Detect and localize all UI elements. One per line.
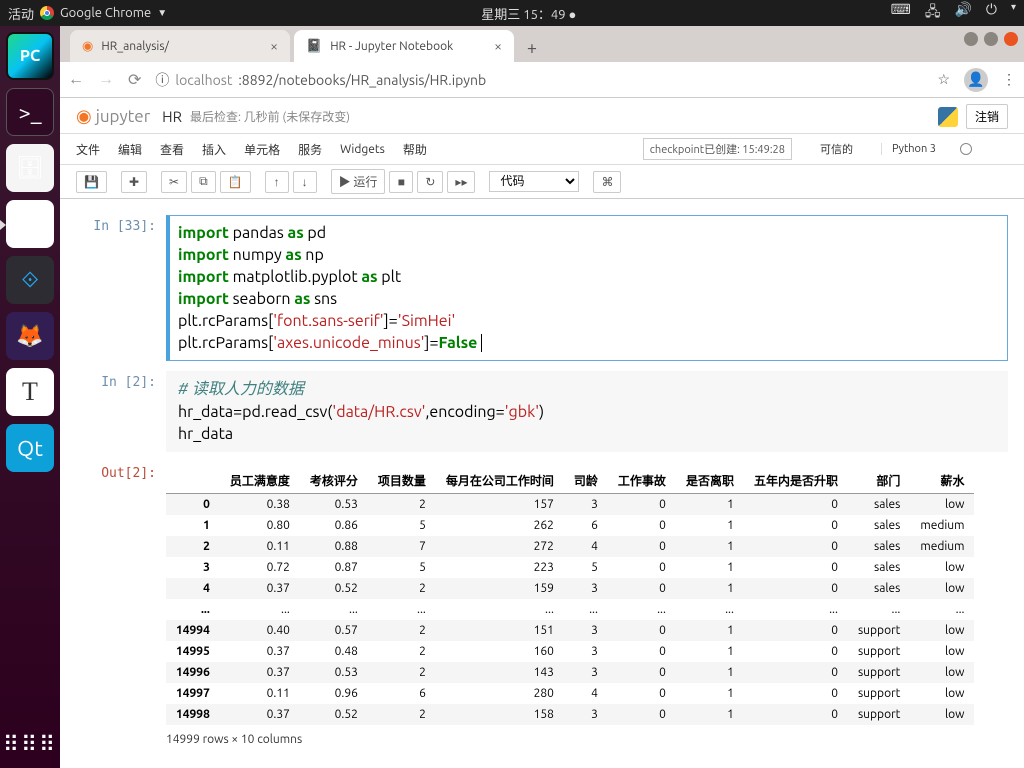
- paste-button[interactable]: 📋: [220, 171, 251, 193]
- launcher-vscode[interactable]: ⟐: [6, 256, 54, 304]
- volume-icon[interactable]: 🔊: [954, 1, 971, 25]
- run-button[interactable]: ▶ 运行: [331, 169, 386, 194]
- forward-button[interactable]: →: [98, 70, 114, 89]
- tabstrip: ◉ HR_analysis/ × 📓 HR - Jupyter Notebook…: [60, 26, 1024, 62]
- move-up-button[interactable]: ↑: [265, 171, 289, 193]
- checkpoint-status: 最后检查: 几秒前 (未保存改变): [190, 108, 350, 125]
- power-icon[interactable]: ⏻: [986, 1, 997, 25]
- site-info-icon[interactable]: ⓘ: [155, 70, 169, 90]
- menu-file[interactable]: 文件: [76, 141, 100, 158]
- close-tab-icon[interactable]: ×: [270, 38, 278, 54]
- jupyter-menubar: 文件 编辑 查看 插入 单元格 服务 Widgets 帮助 checkpoint…: [60, 134, 1024, 165]
- close-tab-icon[interactable]: ×: [494, 38, 502, 54]
- clock[interactable]: 星期三 15：49 ●: [167, 4, 891, 23]
- save-button[interactable]: 💾: [76, 171, 107, 193]
- profile-avatar[interactable]: 👤: [964, 68, 988, 92]
- system-topbar: 活动 Google Chrome ▼ 星期三 15：49 ● ⌨ 🖧 🔊 ⏻ ▾: [0, 0, 1024, 26]
- menu-view[interactable]: 查看: [160, 141, 184, 158]
- activities-button[interactable]: 活动: [8, 4, 34, 23]
- tab-title: HR - Jupyter Notebook: [330, 40, 453, 53]
- back-button[interactable]: ←: [68, 70, 84, 89]
- new-tab-button[interactable]: +: [518, 34, 546, 62]
- launcher-text-editor[interactable]: T: [6, 368, 54, 416]
- tab-title: HR_analysis/: [101, 40, 169, 53]
- jupyter-logo[interactable]: ◉jupyter: [76, 106, 150, 127]
- python-icon: [938, 107, 958, 127]
- stop-button[interactable]: ■: [389, 171, 413, 193]
- cut-button[interactable]: ✂: [161, 171, 187, 193]
- close-button[interactable]: [1004, 32, 1018, 46]
- launcher-chrome[interactable]: [6, 200, 54, 248]
- code-cell[interactable]: In [33]: import pandas as pd import nump…: [76, 215, 1008, 361]
- dataframe-table: 员工满意度考核评分项目数量每月在公司工作时间司龄工作事故是否离职五年内是否升职部…: [166, 468, 974, 725]
- menu-kernel[interactable]: 服务: [298, 141, 322, 158]
- url-field[interactable]: ⓘ localhost:8892/notebooks/HR_analysis/H…: [155, 70, 923, 90]
- launcher-qt[interactable]: Qt: [6, 424, 54, 472]
- cell-prompt: In [33]:: [76, 215, 166, 361]
- minimize-button[interactable]: [964, 32, 978, 46]
- launcher-terminal[interactable]: >_: [6, 88, 54, 136]
- code-cell[interactable]: In [2]: # 读取人力的数据 hr_data=pd.read_csv('d…: [76, 371, 1008, 451]
- code-editor[interactable]: # 读取人力的数据 hr_data=pd.read_csv('data/HR.c…: [178, 378, 999, 444]
- menu-widgets[interactable]: Widgets: [340, 143, 385, 156]
- maximize-button[interactable]: [984, 32, 998, 46]
- launcher-firefox[interactable]: 🦊: [6, 312, 54, 360]
- reload-button[interactable]: ⟳: [128, 70, 141, 89]
- chevron-down-icon[interactable]: ▼: [157, 7, 167, 19]
- add-cell-button[interactable]: ✚: [121, 171, 147, 193]
- cell-prompt: In [2]:: [76, 371, 166, 451]
- code-editor[interactable]: import pandas as pd import numpy as np i…: [178, 222, 999, 354]
- network-icon[interactable]: 🖧: [925, 1, 941, 25]
- jupyter-header: ◉jupyter HR 最后检查: 几秒前 (未保存改变) 注销: [60, 98, 1024, 134]
- copy-button[interactable]: ⧉: [191, 171, 216, 193]
- run-all-button[interactable]: ▸▸: [447, 171, 475, 193]
- command-palette-button[interactable]: ⌘: [593, 171, 621, 193]
- notebook-body: In [33]: import pandas as pd import nump…: [60, 199, 1024, 768]
- browser-window: ◉ HR_analysis/ × 📓 HR - Jupyter Notebook…: [60, 26, 1024, 768]
- output-cell: Out[2]: 员工满意度考核评分项目数量每月在公司工作时间司龄工作事故是否离职…: [76, 462, 1008, 746]
- jupyter-notebook: ◉jupyter HR 最后检查: 几秒前 (未保存改变) 注销 文件 编辑 查…: [60, 98, 1024, 768]
- kernel-indicator[interactable]: Python 3: [881, 143, 990, 155]
- output-prompt: Out[2]:: [76, 462, 166, 746]
- move-down-button[interactable]: ↓: [293, 171, 317, 193]
- restart-button[interactable]: ↻: [417, 171, 443, 193]
- checkpoint-indicator: checkpoint已创建: 15:49:28: [643, 138, 792, 160]
- tab-hr-notebook[interactable]: 📓 HR - Jupyter Notebook ×: [294, 30, 514, 62]
- cell-type-select[interactable]: 代码: [489, 171, 579, 192]
- launcher-pycharm[interactable]: PC: [6, 32, 54, 80]
- menu-help[interactable]: 帮助: [403, 141, 427, 158]
- launcher-files[interactable]: 🗄: [6, 144, 54, 192]
- menu-insert[interactable]: 插入: [202, 141, 226, 158]
- jupyter-icon: 📓: [306, 39, 322, 54]
- chrome-icon: [40, 6, 54, 20]
- jupyter-toolbar: 💾 ✚ ✂ ⧉ 📋 ↑ ↓ ▶ 运行 ■ ↻ ▸▸ 代码 ⌘: [60, 165, 1024, 199]
- jupyter-icon: ◉: [82, 39, 93, 54]
- address-bar: ← → ⟳ ⓘ localhost:8892/notebooks/HR_anal…: [60, 62, 1024, 98]
- menu-cell[interactable]: 单元格: [244, 141, 280, 158]
- trusted-indicator[interactable]: 可信的: [820, 141, 853, 157]
- notebook-title[interactable]: HR: [162, 108, 182, 125]
- kernel-status-icon: [960, 143, 972, 155]
- logout-button[interactable]: 注销: [966, 104, 1008, 129]
- menu-edit[interactable]: 编辑: [118, 141, 142, 158]
- chevron-down-icon[interactable]: ▾: [1011, 1, 1016, 25]
- tab-hr-analysis[interactable]: ◉ HR_analysis/ ×: [70, 30, 290, 62]
- show-apps-button[interactable]: ⠿⠿⠿: [3, 732, 57, 758]
- launcher-dock: PC >_ 🗄 ⟐ 🦊 T Qt ⠿⠿⠿: [0, 26, 60, 768]
- menu-icon[interactable]: ⋮: [1002, 71, 1016, 88]
- bookmark-icon[interactable]: ☆: [937, 71, 950, 88]
- keyboard-icon[interactable]: ⌨: [891, 1, 911, 25]
- active-app-name[interactable]: Google Chrome: [60, 6, 151, 20]
- dataframe-caption: 14999 rows × 10 columns: [166, 733, 1008, 746]
